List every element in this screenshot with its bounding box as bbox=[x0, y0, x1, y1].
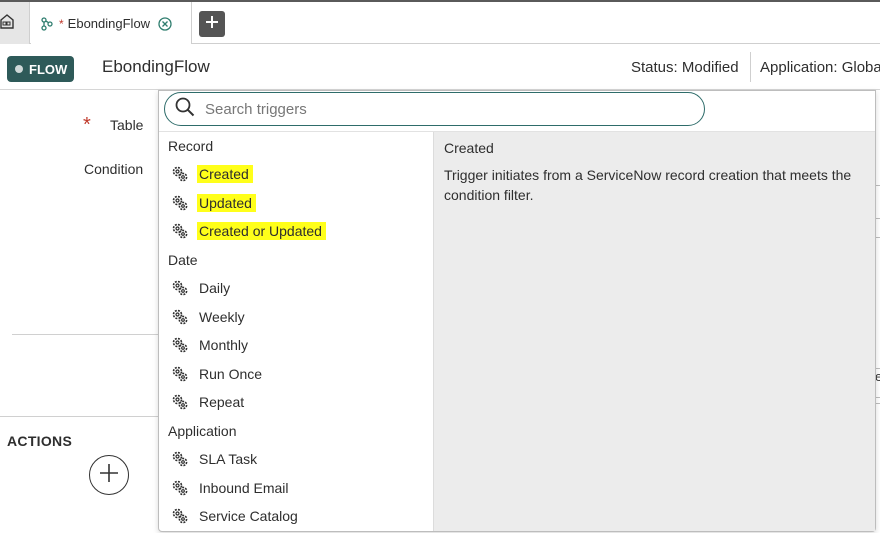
close-icon[interactable] bbox=[158, 16, 172, 31]
status-dot-icon bbox=[15, 65, 23, 73]
trigger-item-inbound-email[interactable]: Inbound Email bbox=[171, 476, 293, 500]
tab-bar: * EbondingFlow bbox=[0, 0, 880, 45]
trigger-item-sla-task[interactable]: SLA Task bbox=[171, 447, 261, 471]
trigger-item-updated[interactable]: Updated bbox=[171, 191, 256, 215]
trigger-item-label: Daily bbox=[199, 280, 231, 296]
gears-icon bbox=[171, 365, 189, 383]
header-divider bbox=[750, 52, 751, 82]
group-date: Date bbox=[168, 252, 198, 268]
gears-icon bbox=[171, 507, 189, 525]
trigger-item-label: Inbound Email bbox=[199, 480, 289, 496]
section-divider bbox=[0, 416, 160, 417]
trigger-item-label: Created bbox=[197, 165, 253, 183]
trigger-detail-pane: Created Trigger initiates from a Service… bbox=[433, 132, 875, 531]
plus-icon bbox=[205, 15, 219, 34]
search-box[interactable] bbox=[164, 92, 705, 126]
trigger-detail-description: Trigger initiates from a ServiceNow reco… bbox=[444, 167, 852, 203]
home-icon bbox=[0, 13, 14, 34]
trigger-item-run-once[interactable]: Run Once bbox=[171, 362, 266, 386]
gears-icon bbox=[171, 336, 189, 354]
table-label-text: Table bbox=[110, 117, 144, 133]
flow-header: FLOW EbondingFlow Status: Modified Appli… bbox=[0, 44, 880, 90]
trigger-list: Record Created Updated Created or Update… bbox=[159, 132, 433, 531]
trigger-item-created[interactable]: Created bbox=[171, 162, 253, 186]
group-record: Record bbox=[168, 138, 214, 154]
trigger-item-label: Updated bbox=[197, 194, 256, 212]
add-action-button[interactable] bbox=[89, 455, 129, 495]
gears-icon bbox=[171, 479, 189, 497]
condition-label: Condition bbox=[84, 161, 144, 177]
plus-icon bbox=[98, 462, 120, 489]
required-marker: * bbox=[83, 114, 91, 136]
tab-title: EbondingFlow bbox=[67, 16, 151, 31]
section-divider bbox=[12, 334, 160, 335]
trigger-item-monthly[interactable]: Monthly bbox=[171, 333, 252, 357]
trigger-item-service-catalog[interactable]: Service Catalog bbox=[171, 504, 302, 528]
trigger-item-repeat[interactable]: Repeat bbox=[171, 390, 248, 414]
add-tab-button[interactable] bbox=[199, 11, 225, 37]
gears-icon bbox=[171, 279, 189, 297]
tab-flow[interactable]: * EbondingFlow bbox=[31, 2, 192, 45]
trigger-item-daily[interactable]: Daily bbox=[171, 276, 234, 300]
gears-icon bbox=[171, 450, 189, 468]
application-text: Application: Globa bbox=[760, 59, 880, 76]
status-text: Status: Modified bbox=[631, 59, 739, 76]
tab-home[interactable] bbox=[0, 2, 30, 44]
trigger-picker: Record Created Updated Created or Update… bbox=[158, 90, 876, 532]
group-application: Application bbox=[168, 423, 237, 439]
search-input[interactable] bbox=[205, 100, 685, 118]
gears-icon bbox=[171, 165, 189, 183]
trigger-item-weekly[interactable]: Weekly bbox=[171, 305, 249, 329]
gears-icon bbox=[171, 393, 189, 411]
modified-marker: * bbox=[59, 16, 64, 31]
flow-badge: FLOW bbox=[7, 56, 74, 82]
search-icon bbox=[175, 97, 195, 122]
trigger-item-label: SLA Task bbox=[199, 451, 258, 467]
gears-icon bbox=[171, 308, 189, 326]
trigger-detail-title: Created bbox=[444, 140, 494, 156]
trigger-item-label: Weekly bbox=[199, 309, 245, 325]
trigger-item-created-or-updated[interactable]: Created or Updated bbox=[171, 219, 326, 243]
trigger-item-label: Service Catalog bbox=[199, 508, 298, 524]
actions-heading: ACTIONS bbox=[7, 433, 73, 449]
flow-branch-icon bbox=[41, 16, 53, 31]
trigger-item-label: Run Once bbox=[199, 366, 263, 382]
gears-icon bbox=[171, 222, 189, 240]
trigger-item-label: Monthly bbox=[199, 337, 249, 353]
trigger-item-label: Created or Updated bbox=[197, 222, 326, 240]
trigger-item-label: Repeat bbox=[199, 394, 245, 410]
flow-badge-label: FLOW bbox=[29, 61, 68, 77]
gears-icon bbox=[171, 194, 189, 212]
flow-name[interactable]: EbondingFlow bbox=[102, 57, 210, 77]
